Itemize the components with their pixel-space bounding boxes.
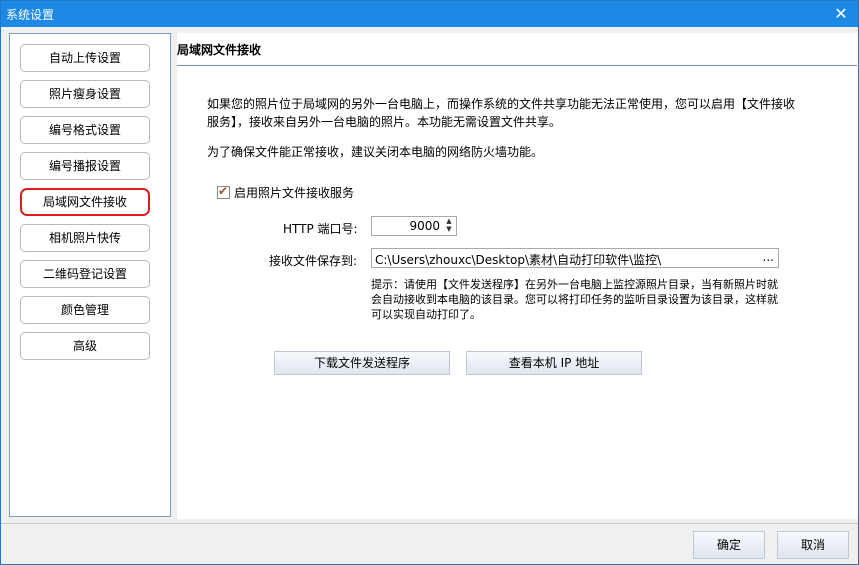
view-ip-button[interactable]: 查看本机 IP 地址 <box>466 351 642 375</box>
title-bar: 系统设置 ✕ <box>1 1 858 27</box>
title-divider <box>177 65 857 66</box>
sidebar: 自动上传设置 照片瘦身设置 编号格式设置 编号播报设置 局域网文件接收 相机照片… <box>9 33 171 517</box>
enable-service-checkbox[interactable]: 启用照片文件接收服务 <box>217 183 354 201</box>
sidebar-item-auto-upload[interactable]: 自动上传设置 <box>20 44 150 72</box>
footer-divider <box>1 523 858 524</box>
sidebar-item-lan-receive[interactable]: 局域网文件接收 <box>20 188 150 216</box>
sidebar-item-camera-transfer[interactable]: 相机照片快传 <box>20 224 150 252</box>
sidebar-item-color[interactable]: 颜色管理 <box>20 296 150 324</box>
firewall-note: 为了确保文件能正常接收，建议关闭本电脑的网络防火墙功能。 <box>207 145 544 159</box>
sidebar-item-qrcode[interactable]: 二维码登记设置 <box>20 260 150 288</box>
save-path-label: 接收文件保存到: <box>269 254 358 268</box>
save-path-field[interactable]: C:\Users\zhouxc\Desktop\素材\自动打印软件\监控\ ..… <box>371 248 779 268</box>
port-label: HTTP 端口号: <box>283 222 358 236</box>
enable-service-label: 启用照片文件接收服务 <box>234 185 355 200</box>
sidebar-item-advanced[interactable]: 高级 <box>20 332 150 360</box>
intro-text: 如果您的照片位于局域网的另外一台电脑上，而操作系统的文件共享功能无法正常使用，您… <box>207 97 796 129</box>
page-title: 局域网文件接收 <box>177 43 262 57</box>
sidebar-item-number-format[interactable]: 编号格式设置 <box>20 116 150 144</box>
settings-window: 系统设置 ✕ 自动上传设置 照片瘦身设置 编号格式设置 编号播报设置 局域网文件… <box>0 0 859 565</box>
download-sender-button[interactable]: 下载文件发送程序 <box>274 351 450 375</box>
window-title: 系统设置 <box>6 8 55 22</box>
checkbox-checked-icon[interactable] <box>217 184 230 199</box>
spinner-arrows-icon[interactable]: ▲ ▼ <box>443 217 455 235</box>
port-stepper[interactable]: 9000 ▲ ▼ <box>371 216 457 236</box>
port-value: 9000 <box>409 219 440 233</box>
browse-button[interactable]: ... <box>763 250 774 264</box>
ok-button[interactable]: 确定 <box>693 531 765 559</box>
close-icon[interactable]: ✕ <box>830 3 852 25</box>
sidebar-item-number-broadcast[interactable]: 编号播报设置 <box>20 152 150 180</box>
main-panel: 局域网文件接收 如果您的照片位于局域网的另外一台电脑上，而操作系统的文件共享功能… <box>177 33 858 519</box>
hint-text: 提示：请使用【文件发送程序】在另外一台电脑上监控源照片目录，当有新照片时就会自动… <box>371 278 778 321</box>
cancel-button[interactable]: 取消 <box>777 531 849 559</box>
sidebar-item-photo-slim[interactable]: 照片瘦身设置 <box>20 80 150 108</box>
save-path-value: C:\Users\zhouxc\Desktop\素材\自动打印软件\监控\ <box>375 253 662 267</box>
